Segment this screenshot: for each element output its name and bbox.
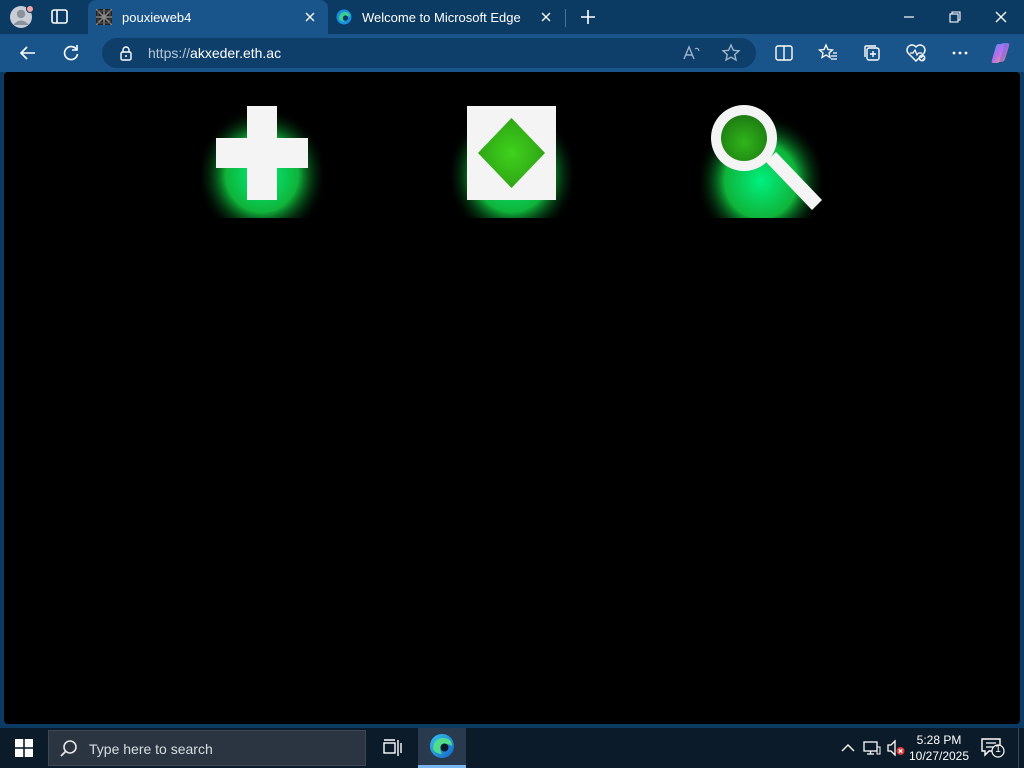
task-view-icon[interactable] [368, 728, 416, 768]
show-desktop-button[interactable] [1018, 728, 1019, 768]
search-placeholder: Type here to search [89, 741, 213, 757]
url-protocol: https:// [148, 45, 191, 61]
taskbar-edge-button[interactable] [418, 728, 466, 768]
tab-title: Welcome to Microsoft Edge [362, 9, 521, 25]
read-aloud-icon[interactable] [680, 41, 704, 65]
more-options-icon[interactable] [947, 40, 973, 66]
pattern-favicon-icon [95, 8, 113, 26]
notification-count: 1 [995, 744, 1001, 755]
clock-time: 5:28 PM [916, 733, 962, 747]
back-arrow-icon[interactable] [15, 40, 41, 66]
system-clock[interactable]: 5:28 PM 10/27/2025 [904, 732, 974, 764]
chevron-up-icon[interactable] [838, 738, 858, 758]
tab-actions-icon[interactable] [50, 8, 70, 26]
volume-muted-icon[interactable] [886, 738, 906, 758]
restore-icon[interactable] [932, 0, 978, 34]
taskbar-search-box[interactable]: Type here to search [48, 730, 366, 766]
favorite-star-icon[interactable] [719, 41, 743, 65]
refresh-icon[interactable] [58, 40, 84, 66]
profile-avatar-icon[interactable] [8, 5, 34, 29]
split-screen-icon[interactable] [771, 40, 797, 66]
close-tab-icon[interactable] [298, 5, 322, 29]
network-icon[interactable] [862, 738, 882, 758]
tab-strip: pouxieweb4 Welcome to Microsoft Edge [0, 0, 1024, 34]
edge-icon [336, 9, 352, 25]
edge-icon [429, 733, 455, 764]
browser-toolbar: https://akxeder.eth.ac [0, 34, 1024, 72]
plus-icon[interactable] [197, 94, 327, 224]
collections-icon[interactable] [859, 40, 885, 66]
tab-pouxieweb4[interactable]: pouxieweb4 [88, 0, 328, 34]
diamond-icon[interactable] [447, 94, 577, 224]
search-icon [59, 739, 79, 759]
notifications-icon[interactable]: 1 [980, 736, 1006, 760]
windows-start-icon[interactable] [0, 728, 48, 768]
magnifier-icon[interactable] [696, 94, 826, 224]
clock-date: 10/27/2025 [908, 749, 970, 763]
lock-icon[interactable] [118, 45, 134, 61]
new-tab-icon[interactable] [576, 5, 600, 29]
close-window-icon[interactable] [978, 0, 1024, 34]
close-tab-icon[interactable] [534, 5, 558, 29]
address-bar[interactable]: https://akxeder.eth.ac [102, 38, 756, 68]
copilot-icon[interactable] [988, 40, 1014, 66]
favorites-icon[interactable] [815, 40, 841, 66]
minimize-icon[interactable] [886, 0, 932, 34]
tab-welcome-edge[interactable]: Welcome to Microsoft Edge [328, 0, 564, 34]
tab-divider [565, 9, 566, 27]
web-content [4, 72, 1020, 724]
url-host: akxeder.eth.ac [190, 45, 282, 61]
taskbar: Type here to search 5:28 PM 10/27/2025 1 [0, 728, 1024, 768]
tab-title: pouxieweb4 [122, 9, 192, 25]
browser-essentials-icon[interactable] [903, 40, 929, 66]
url-text[interactable]: https://akxeder.eth.ac [148, 45, 281, 61]
